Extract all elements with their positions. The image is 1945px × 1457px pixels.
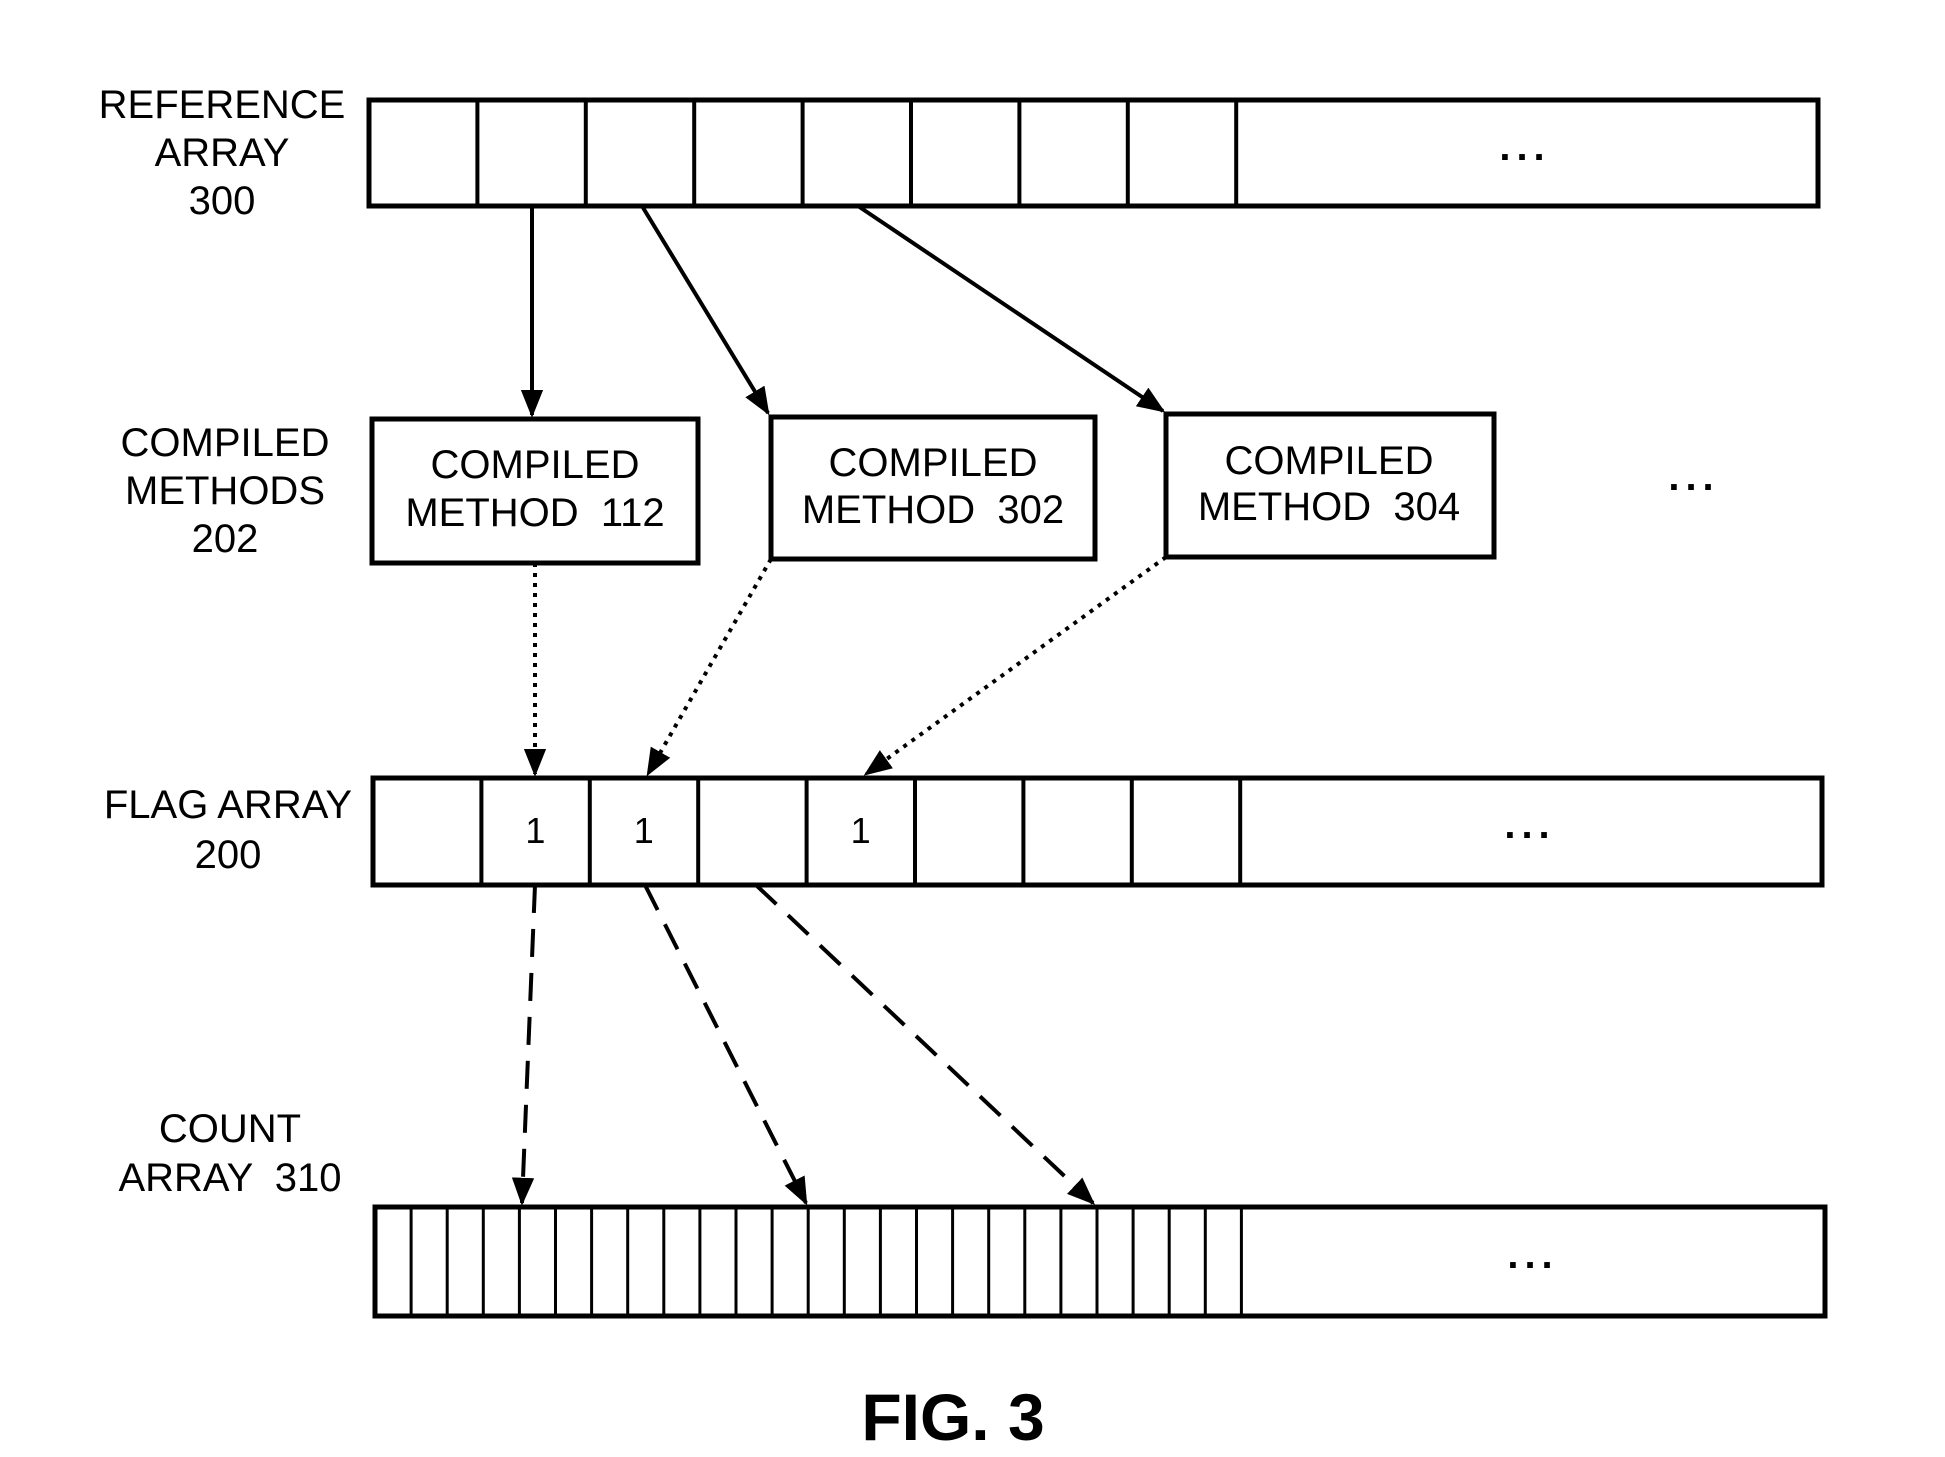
reference-array: ... xyxy=(366,97,1821,209)
compiled-methods-label: COMPILED METHODS 202 xyxy=(121,421,330,561)
flag-array-label-number: 200 xyxy=(195,833,262,877)
reference-array-cells xyxy=(475,100,1239,206)
compiled-method-112-line2: METHOD 112 xyxy=(405,491,664,535)
arrow-ref-to-method-302 xyxy=(640,204,770,416)
flag-array-label-line1: FLAG ARRAY xyxy=(104,783,352,827)
compiled-method-112-box: COMPILED METHOD 112 xyxy=(369,416,701,566)
figure-title: FIG. 3 xyxy=(861,1380,1044,1454)
count-array-cells xyxy=(409,1207,1243,1316)
count-array-ellipsis: ... xyxy=(1507,1233,1558,1277)
compiled-methods-label-line1: COMPILED xyxy=(121,421,330,465)
reference-array-label-line1: REFERENCE xyxy=(99,83,346,127)
reference-array-label-line2: ARRAY xyxy=(155,131,290,175)
reference-array-label-number: 300 xyxy=(189,179,256,223)
flag-array-label: FLAG ARRAY 200 xyxy=(104,783,352,877)
flag-array-ellipsis: ... xyxy=(1504,803,1555,847)
compiled-method-302-line2: METHOD 302 xyxy=(802,488,1064,532)
compiled-method-304-line2: METHOD 304 xyxy=(1198,485,1460,529)
flag-array: 1 1 1 ... xyxy=(370,775,1825,888)
arrow-ref-to-method-304 xyxy=(856,204,1166,413)
arrow-method-304-to-flag xyxy=(863,555,1168,776)
flag-array-cell-value: 1 xyxy=(525,810,545,851)
compiled-method-112-line1: COMPILED xyxy=(431,443,640,487)
count-array: ... xyxy=(372,1204,1828,1319)
compiled-method-302-line1: COMPILED xyxy=(829,441,1038,485)
flag-array-cell-value: 1 xyxy=(851,810,871,851)
arrow-flag-to-count-2 xyxy=(643,884,808,1206)
count-array-label-line1: COUNT xyxy=(159,1107,301,1151)
compiled-methods-label-line2: METHODS xyxy=(125,469,325,513)
compiled-method-304-box: COMPILED METHOD 304 xyxy=(1163,411,1497,560)
arrow-flag-to-count-1 xyxy=(511,884,537,1206)
compiled-method-304-line1: COMPILED xyxy=(1225,439,1434,483)
count-array-label-line2: ARRAY 310 xyxy=(118,1156,341,1200)
compiled-method-302-box: COMPILED METHOD 302 xyxy=(768,414,1098,562)
compiled-methods-ellipsis: ... xyxy=(1668,455,1719,499)
arrow-method-302-to-flag xyxy=(646,558,773,777)
count-array-label: COUNT ARRAY 310 xyxy=(118,1107,341,1200)
reference-array-label: REFERENCE ARRAY 300 xyxy=(99,83,346,223)
reference-array-ellipsis: ... xyxy=(1499,125,1550,169)
arrow-flag-to-count-3 xyxy=(754,883,1096,1205)
flag-array-cell-value: 1 xyxy=(634,810,654,851)
compiled-methods-label-number: 202 xyxy=(192,517,259,561)
figure-canvas: REFERENCE ARRAY 300 ... COMPILED METHODS… xyxy=(99,83,1828,1454)
